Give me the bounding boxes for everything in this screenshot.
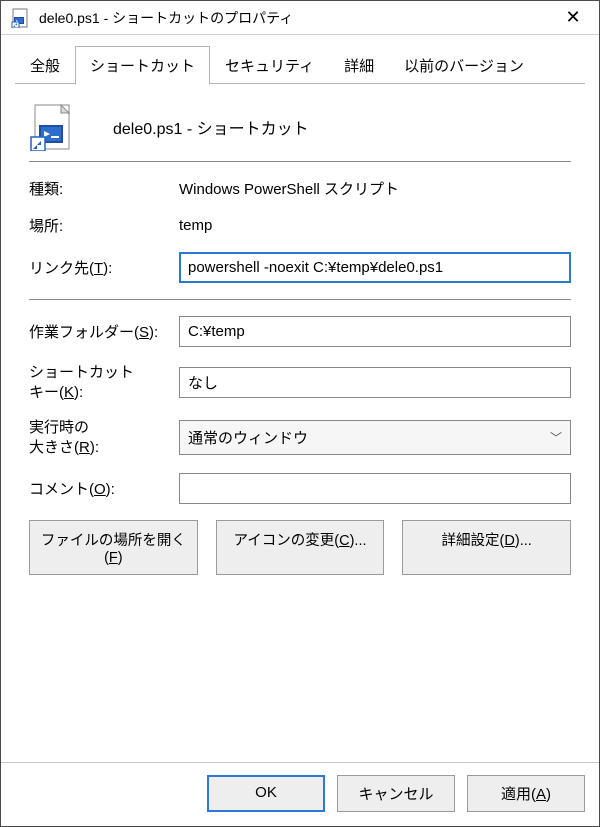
run-label: 実行時の 大きさ(R): [29,418,179,457]
tab-previous-versions[interactable]: 以前のバージョン [389,46,539,85]
close-button[interactable]: ✕ [557,7,589,28]
advanced-button[interactable]: 詳細設定(D)... [402,520,571,575]
tab-content: dele0.ps1 - ショートカット 種類: Windows PowerShe… [1,85,599,762]
target-label: リンク先(T): [29,257,179,278]
type-value: Windows PowerShell スクリプト [179,178,399,199]
title-bar: dele0.ps1 - ショートカットのプロパティ ✕ [1,1,599,35]
comment-input[interactable] [179,473,571,504]
separator [29,299,571,300]
apply-button[interactable]: 適用(A) [467,775,585,812]
tab-security[interactable]: セキュリティ [210,46,329,85]
target-input[interactable] [179,252,571,283]
change-icon-button[interactable]: アイコンの変更(C)... [216,520,385,575]
tab-strip: 全般 ショートカット セキュリティ 詳細 以前のバージョン [1,35,599,84]
startin-input[interactable] [179,316,571,347]
type-label: 種類: [29,178,179,199]
tab-general[interactable]: 全般 [15,46,75,85]
startin-label: 作業フォルダー(S): [29,321,179,342]
dialog-footer: OK キャンセル 適用(A) [1,762,599,826]
location-label: 場所: [29,215,179,236]
window-title: dele0.ps1 - ショートカットのプロパティ [39,8,557,28]
run-select-value: 通常のウィンドウ [188,427,308,448]
shortcut-file-icon [11,8,31,28]
location-value: temp [179,217,212,234]
hotkey-label: ショートカット キー(K): [29,363,179,402]
tab-shortcut[interactable]: ショートカット [75,46,210,85]
chevron-down-icon: ﹀ [550,429,562,446]
open-file-location-button[interactable]: ファイルの場所を開く(F) [29,520,198,575]
item-name: dele0.ps1 - ショートカット [113,115,309,139]
ok-button[interactable]: OK [207,775,325,812]
hotkey-input[interactable] [179,367,571,398]
separator [29,161,571,162]
shortcut-large-icon [29,103,77,151]
tab-details[interactable]: 詳細 [329,46,389,85]
comment-label: コメント(O): [29,478,179,499]
cancel-button[interactable]: キャンセル [337,775,455,812]
run-select[interactable]: 通常のウィンドウ ﹀ [179,420,571,455]
